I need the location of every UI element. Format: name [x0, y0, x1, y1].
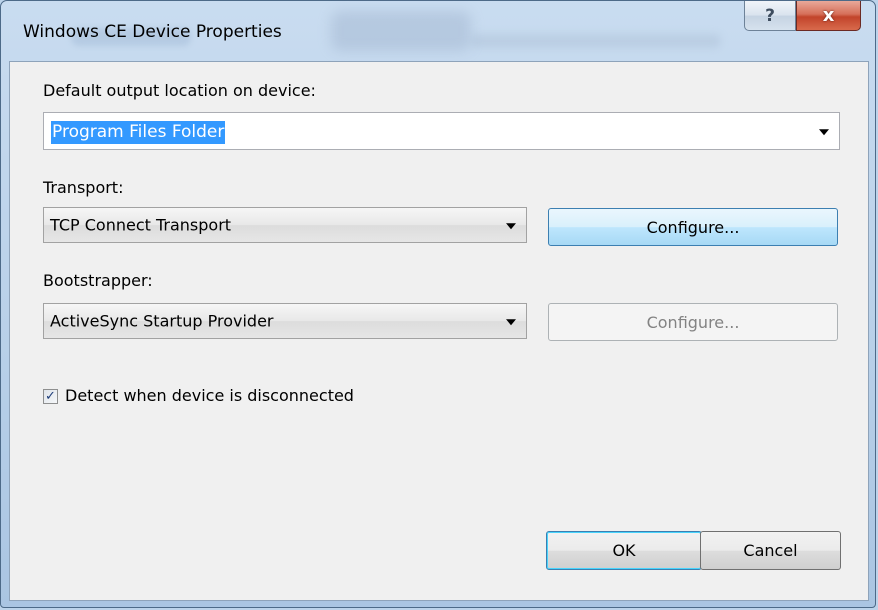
help-icon: ?: [765, 5, 775, 26]
close-button[interactable]: x: [796, 1, 861, 31]
chevron-down-icon[interactable]: [819, 129, 829, 136]
chevron-down-icon[interactable]: [506, 319, 516, 326]
dialog-window: Windows CE Device Properties ? x Default…: [0, 0, 876, 608]
detect-disconnect-checkbox[interactable]: ✓: [43, 389, 58, 404]
bootstrapper-value: ActiveSync Startup Provider: [50, 311, 274, 331]
bootstrapper-configure-button: Configure...: [548, 303, 838, 341]
transport-configure-button[interactable]: Configure...: [548, 208, 838, 246]
help-button[interactable]: ?: [744, 1, 796, 31]
transport-select[interactable]: TCP Connect Transport: [43, 207, 527, 243]
background-blur: [471, 34, 721, 48]
close-icon: x: [822, 5, 835, 26]
bootstrapper-select[interactable]: ActiveSync Startup Provider: [43, 303, 527, 339]
background-blur: [331, 11, 471, 51]
output-location-value[interactable]: Program Files Folder: [51, 121, 226, 144]
ok-label: OK: [612, 541, 636, 560]
transport-configure-label: Configure...: [646, 217, 740, 237]
detect-disconnect-label[interactable]: Detect when device is disconnected: [65, 386, 354, 405]
window-title: Windows CE Device Properties: [23, 22, 282, 42]
bootstrapper-label: Bootstrapper:: [43, 271, 153, 290]
output-location-combo[interactable]: Program Files Folder: [43, 112, 840, 150]
bootstrapper-configure-label: Configure...: [646, 312, 740, 332]
output-location-label: Default output location on device:: [43, 81, 316, 100]
cancel-button[interactable]: Cancel: [700, 531, 841, 570]
dialog-client-area: Default output location on device: Progr…: [9, 61, 869, 601]
cancel-label: Cancel: [743, 541, 798, 560]
transport-value: TCP Connect Transport: [50, 215, 232, 235]
title-bar[interactable]: Windows CE Device Properties ? x: [1, 1, 875, 61]
check-icon: ✓: [45, 389, 56, 404]
chevron-down-icon[interactable]: [506, 223, 516, 230]
ok-button[interactable]: OK: [546, 531, 702, 570]
transport-label: Transport:: [43, 178, 124, 197]
